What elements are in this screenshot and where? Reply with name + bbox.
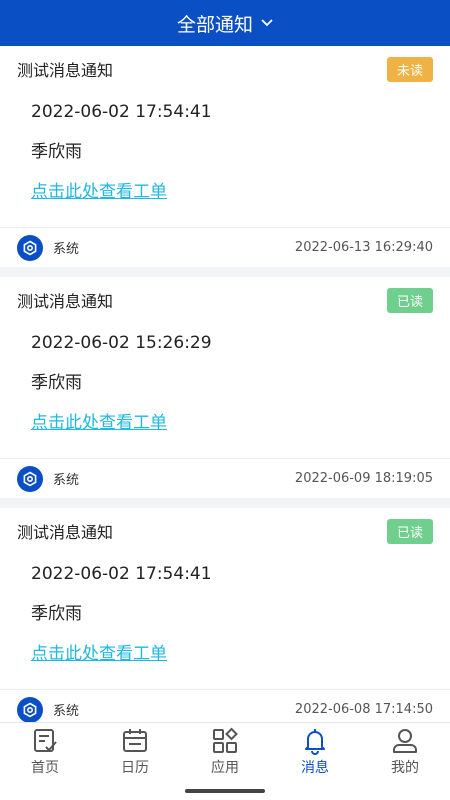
system-gear-icon bbox=[17, 696, 43, 722]
chevron-down-icon[interactable] bbox=[261, 19, 273, 27]
view-ticket-link[interactable]: 点击此处查看工单 bbox=[17, 172, 433, 212]
notification-title: 测试消息通知 bbox=[17, 61, 114, 80]
notification-time: 2022-06-08 17:14:50 bbox=[294, 702, 433, 717]
system-gear-icon bbox=[17, 234, 43, 261]
notification-title: 测试消息通知 bbox=[17, 523, 114, 542]
notification-title: 测试消息通知 bbox=[17, 292, 114, 311]
system-gear-icon bbox=[17, 465, 43, 492]
tab-calendar[interactable]: 日历 bbox=[90, 723, 180, 800]
calendar-icon bbox=[123, 729, 147, 752]
notification-datetime: 2022-06-02 17:54:41 bbox=[31, 102, 212, 122]
tab-home[interactable]: 首页 bbox=[0, 723, 90, 800]
notification-person: 季欣雨 bbox=[31, 373, 82, 393]
sender-label: 系统 bbox=[53, 704, 80, 719]
notification-person: 季欣雨 bbox=[31, 142, 82, 162]
notification-datetime: 2022-06-02 17:54:41 bbox=[31, 564, 212, 584]
user-icon bbox=[393, 729, 417, 753]
notification-card[interactable]: 测试消息通知 已读 2022-06-02 15:26:29 季欣雨 点击此处查看… bbox=[0, 277, 450, 498]
tab-label: 应用 bbox=[211, 760, 239, 776]
view-ticket-link[interactable]: 点击此处查看工单 bbox=[17, 403, 433, 443]
tab-label: 日历 bbox=[121, 760, 149, 776]
status-badge: 已读 bbox=[386, 518, 433, 544]
sender-label: 系统 bbox=[53, 242, 80, 257]
notification-card[interactable]: 测试消息通知 已读 2022-06-02 17:54:41 季欣雨 点击此处查看… bbox=[0, 508, 450, 722]
tab-profile[interactable]: 我的 bbox=[360, 723, 450, 800]
notification-time: 2022-06-09 18:19:05 bbox=[294, 471, 433, 486]
bell-icon bbox=[305, 729, 325, 755]
view-ticket-link[interactable]: 点击此处查看工单 bbox=[17, 634, 433, 674]
tab-label: 我的 bbox=[391, 760, 419, 776]
notification-person: 季欣雨 bbox=[31, 604, 82, 624]
home-indicator[interactable] bbox=[185, 789, 265, 793]
notification-time: 2022-06-13 16:29:40 bbox=[294, 240, 433, 255]
home-icon bbox=[34, 729, 57, 752]
top-header: 全部通知 bbox=[0, 0, 450, 46]
filter-title[interactable]: 全部通知 bbox=[177, 10, 253, 37]
apps-icon bbox=[213, 727, 238, 753]
sender-label: 系统 bbox=[53, 473, 80, 488]
tab-label: 首页 bbox=[31, 760, 59, 776]
status-badge: 未读 bbox=[386, 56, 433, 82]
notification-list[interactable]: 测试消息通知 未读 2022-06-02 17:54:41 季欣雨 点击此处查看… bbox=[0, 46, 450, 722]
notification-datetime: 2022-06-02 15:26:29 bbox=[31, 333, 212, 353]
status-badge: 已读 bbox=[386, 287, 433, 313]
tab-label: 消息 bbox=[301, 760, 329, 776]
notification-card[interactable]: 测试消息通知 未读 2022-06-02 17:54:41 季欣雨 点击此处查看… bbox=[0, 46, 450, 267]
tab-messages[interactable]: 消息 bbox=[270, 723, 360, 800]
